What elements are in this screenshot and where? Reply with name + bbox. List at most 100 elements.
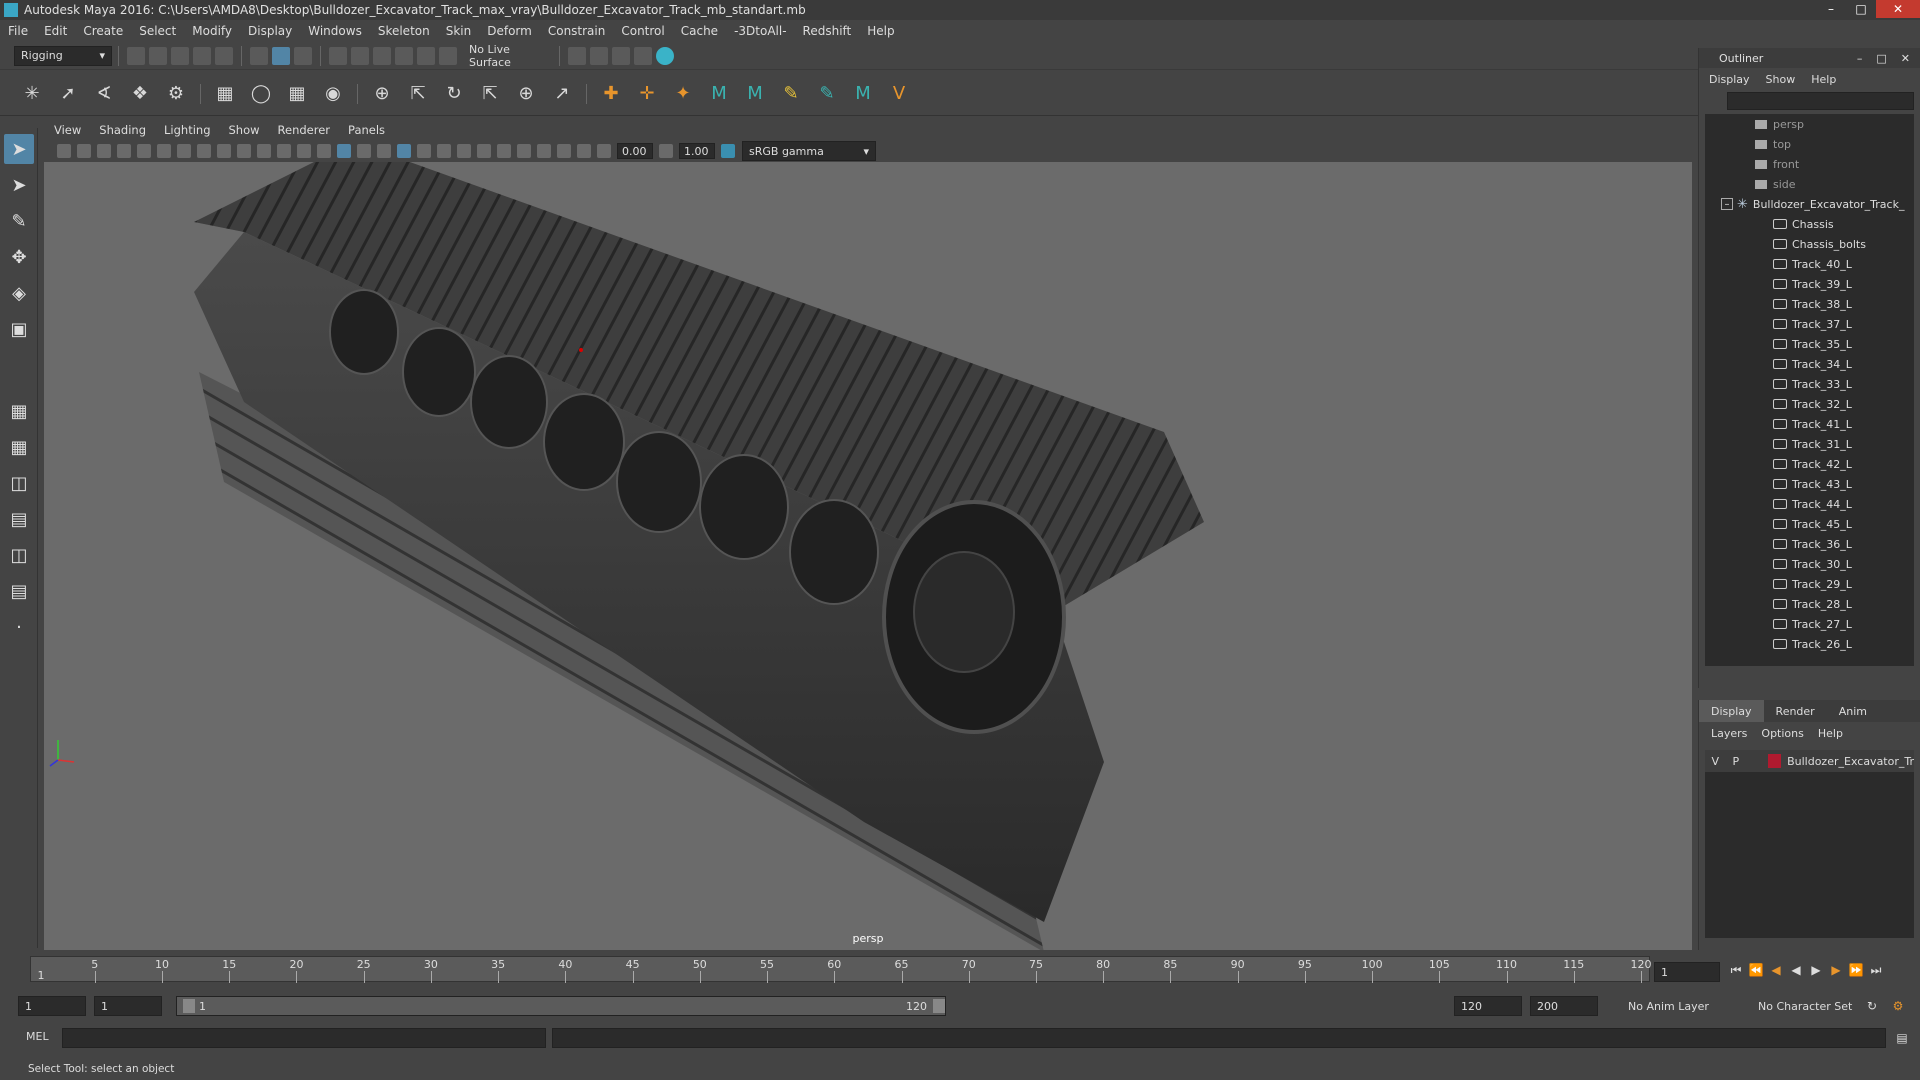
snap-point-icon[interactable]	[373, 46, 391, 65]
outliner-search-input[interactable]	[1727, 92, 1914, 110]
menu-create[interactable]: Create	[83, 24, 123, 38]
bookmark-icon[interactable]	[97, 144, 111, 158]
menu-3dtoall[interactable]: -3DtoAll-	[734, 24, 786, 38]
mash-network-icon[interactable]: M	[742, 81, 768, 107]
minimize-button[interactable]: –	[1857, 52, 1863, 65]
camera-attributes-icon[interactable]	[77, 144, 91, 158]
outliner-menu-help[interactable]: Help	[1811, 73, 1836, 86]
panel-menu-shading[interactable]: Shading	[99, 123, 146, 137]
viewport-persp[interactable]: persp M	[44, 162, 1692, 950]
gamma-field[interactable]: 1.00	[679, 143, 715, 159]
layer-menu-help[interactable]: Help	[1818, 727, 1843, 740]
outliner-item-top[interactable]: top	[1705, 134, 1914, 154]
tab-anim[interactable]: Anim	[1827, 700, 1879, 722]
menu-skin[interactable]: Skin	[446, 24, 472, 38]
start-time-field[interactable]: 1	[18, 996, 86, 1016]
insert-joint-icon[interactable]: ⚙	[163, 81, 189, 107]
paint-tool-icon[interactable]: ✎	[814, 81, 840, 107]
menu-edit[interactable]: Edit	[44, 24, 67, 38]
star-locator-icon[interactable]: ✦	[670, 81, 696, 107]
menu-deform[interactable]: Deform	[487, 24, 532, 38]
go-to-start-icon[interactable]: ⏮	[1728, 962, 1744, 978]
tab-render[interactable]: Render	[1764, 700, 1827, 722]
panel-menu-show[interactable]: Show	[229, 123, 260, 137]
xray-components-icon[interactable]	[577, 144, 591, 158]
hypershade-icon[interactable]	[656, 46, 674, 65]
snap-view-icon[interactable]	[395, 46, 413, 65]
outliner-item[interactable]: Track_35_L	[1705, 334, 1914, 354]
2d-pan-icon[interactable]	[137, 144, 151, 158]
outliner-item-side[interactable]: side	[1705, 174, 1914, 194]
outliner-item[interactable]: Track_36_L	[1705, 534, 1914, 554]
lasso-tool-icon[interactable]: ➤	[4, 170, 34, 200]
lattice-icon[interactable]: ▦	[284, 81, 310, 107]
outliner-item[interactable]: Track_45_L	[1705, 514, 1914, 534]
layer-row[interactable]: V P Bulldozer_Excavator_Tr	[1705, 750, 1914, 772]
outliner-item[interactable]: Track_31_L	[1705, 434, 1914, 454]
motion-blur-icon[interactable]	[457, 144, 471, 158]
close-icon[interactable]: ✕	[1901, 52, 1910, 65]
more-options-icon[interactable]: ·	[4, 612, 34, 642]
ik-handle-icon[interactable]: ➚	[55, 81, 81, 107]
ik-spline-icon[interactable]: ∢	[91, 81, 117, 107]
outliner-item[interactable]: Track_32_L	[1705, 394, 1914, 414]
collapse-icon[interactable]: –	[1721, 198, 1733, 210]
layout-graph-icon[interactable]: ◫	[4, 540, 34, 570]
outliner-item[interactable]: Track_37_L	[1705, 314, 1914, 334]
use-lights-icon[interactable]	[397, 144, 411, 158]
field-chart-icon[interactable]	[257, 144, 271, 158]
character-set-dropdown[interactable]: No Character Set	[1752, 996, 1868, 1016]
current-frame-field[interactable]: 1	[1654, 962, 1720, 982]
command-input[interactable]	[62, 1028, 546, 1048]
layout-outliner-icon[interactable]: ▤	[4, 504, 34, 534]
isolate-select-icon[interactable]	[517, 144, 531, 158]
outliner-item[interactable]: Track_26_L	[1705, 634, 1914, 654]
range-handle-left[interactable]	[183, 999, 195, 1013]
ipr-render-icon[interactable]	[612, 46, 630, 65]
safe-title-icon[interactable]	[297, 144, 311, 158]
menu-display[interactable]: Display	[248, 24, 292, 38]
textured-icon[interactable]	[377, 144, 391, 158]
undo-icon[interactable]	[193, 46, 211, 65]
aim-constraint-icon[interactable]: ⇱	[405, 81, 431, 107]
outliner-item[interactable]: Track_43_L	[1705, 474, 1914, 494]
open-scene-icon[interactable]	[149, 46, 167, 65]
anti-aliasing-icon[interactable]	[477, 144, 491, 158]
camera-select-icon[interactable]	[57, 144, 71, 158]
exposure-field[interactable]: 0.00	[617, 143, 653, 159]
film-gate-icon[interactable]	[197, 144, 211, 158]
paint-weights-icon[interactable]: ✎	[778, 81, 804, 107]
save-scene-icon[interactable]	[171, 46, 189, 65]
range-slider[interactable]: 1 120	[176, 996, 946, 1016]
move-tool-icon[interactable]: ✥	[4, 242, 34, 272]
snap-grid-icon[interactable]	[329, 46, 347, 65]
layout-single-icon[interactable]: ▦	[4, 396, 34, 426]
safe-action-icon[interactable]	[277, 144, 291, 158]
outliner-item[interactable]: Track_29_L	[1705, 574, 1914, 594]
select-hierarchy-icon[interactable]	[250, 46, 268, 65]
panel-menu-view[interactable]: View	[54, 123, 81, 137]
maximize-button[interactable]: □	[1876, 52, 1886, 65]
gate-mask-icon[interactable]	[237, 144, 251, 158]
pole-vector-icon[interactable]: ↗	[549, 81, 575, 107]
layer-menu-layers[interactable]: Layers	[1711, 727, 1747, 740]
snap-curve-icon[interactable]	[351, 46, 369, 65]
menu-skeleton[interactable]: Skeleton	[378, 24, 430, 38]
layout-two-icon[interactable]: ◫	[4, 468, 34, 498]
locator-icon[interactable]: ✚	[598, 81, 624, 107]
outliner-item-persp[interactable]: persp	[1705, 114, 1914, 134]
menu-control[interactable]: Control	[621, 24, 664, 38]
end-time-field[interactable]: 200	[1530, 996, 1598, 1016]
layer-color-swatch[interactable]	[1768, 754, 1782, 768]
smooth-shade-icon[interactable]	[337, 144, 351, 158]
menu-modify[interactable]: Modify	[192, 24, 232, 38]
tab-display[interactable]: Display	[1699, 700, 1764, 722]
add-locator-icon[interactable]: ✛	[634, 81, 660, 107]
outliner-item[interactable]: Track_39_L	[1705, 274, 1914, 294]
go-to-end-icon[interactable]: ⏭	[1868, 962, 1884, 978]
resolution-gate-icon[interactable]	[217, 144, 231, 158]
close-button[interactable]: ✕	[1876, 0, 1920, 18]
step-back-frame-icon[interactable]: ◀	[1768, 962, 1784, 978]
step-forward-key-icon[interactable]: ⏩	[1848, 962, 1864, 978]
outliner-item[interactable]: Track_27_L	[1705, 614, 1914, 634]
